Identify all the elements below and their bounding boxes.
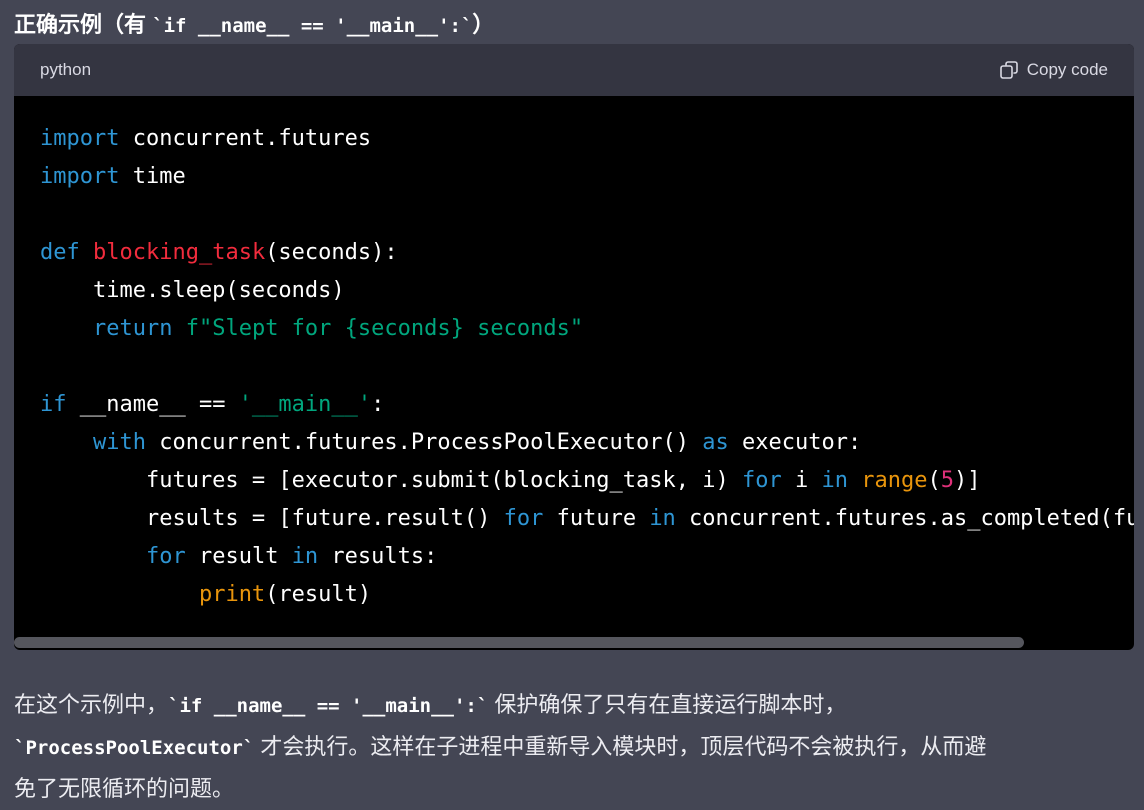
code-token: f"Slept for {seconds} seconds" — [185, 316, 584, 341]
code-token: executor: — [728, 430, 862, 455]
explanation-paragraph: 在这个示例中，`if __name__ == '__main__':` 保护确保… — [14, 684, 1134, 810]
heading-text: 正确示例（有 — [14, 12, 153, 37]
paragraph-text: 保护确保了只有在直接运行脚本时， — [488, 692, 847, 717]
code-token: blocking_task — [93, 240, 266, 265]
code-line: for result in results: — [40, 538, 1134, 576]
code-token: import — [40, 126, 120, 151]
code-token: i — [781, 468, 822, 493]
inline-code: `if __name__ == '__main__':` — [168, 695, 489, 717]
code-token: in — [649, 506, 676, 531]
code-token: ( — [927, 468, 941, 493]
code-token: in — [291, 544, 319, 569]
code-token: (seconds): — [265, 240, 398, 265]
copy-code-label: Copy code — [1026, 60, 1108, 79]
section-heading: 正确示例（有 `if __name__ == '__main__':`） — [14, 10, 494, 40]
code-token: time — [119, 164, 186, 189]
code-token: in — [821, 468, 849, 493]
code-token: concurrent.futures.ProcessPoolExecutor() — [145, 430, 703, 455]
scrollbar-thumb[interactable] — [14, 637, 1024, 648]
code-token: if — [40, 392, 67, 417]
code-token: futures = [executor.submit(blocking_task… — [40, 468, 742, 493]
code-token: results = [future.result() — [40, 506, 504, 531]
heading-inline-code: `if __name__ == '__main__':` — [152, 15, 473, 37]
code-token: return — [92, 316, 173, 341]
code-token: print — [198, 582, 266, 607]
code-token: (result) — [265, 582, 372, 607]
code-token: for — [742, 468, 782, 493]
code-line: futures = [executor.submit(blocking_task… — [40, 462, 1134, 500]
code-line: def blocking_task(seconds): — [40, 234, 1134, 272]
code-line: import time — [40, 158, 1134, 196]
paragraph-text: 免了无限循环的问题。 — [14, 776, 235, 801]
code-line: with concurrent.futures.ProcessPoolExecu… — [40, 424, 1134, 462]
code-token: __name__ == — [66, 392, 239, 417]
code-token: : — [371, 392, 385, 417]
code-token: result — [185, 544, 292, 569]
paragraph-text: 才会执行。这样在子进程中重新导入模块时，顶层代码不会被执行，从而避 — [254, 734, 987, 759]
code-token: )] — [953, 468, 981, 493]
code-token: concurrent.futures — [119, 126, 372, 151]
code-line: import concurrent.futures — [40, 120, 1134, 158]
code-language-label: python — [40, 60, 92, 79]
code-block-header: python Copy code — [14, 44, 1134, 96]
code-line: if __name__ == '__main__': — [40, 386, 1134, 424]
code-line: print(result) — [40, 576, 1134, 614]
code-block: python Copy code import concurrent.futur… — [14, 44, 1134, 650]
heading-text-end: ） — [472, 12, 495, 37]
code-line: return f"Slept for {seconds} seconds" — [40, 310, 1134, 348]
code-token: concurrent.futures.as_completed(fu — [675, 506, 1134, 531]
code-line: results = [future.result() for future in… — [40, 500, 1134, 538]
code-token: as — [702, 430, 729, 455]
code-token: for — [145, 544, 186, 569]
paragraph-line: `ProcessPoolExecutor` 才会执行。这样在子进程中重新导入模块… — [14, 726, 1134, 768]
code-token: with — [92, 430, 146, 455]
code-token: for — [503, 506, 544, 531]
code-token: time.sleep(seconds) — [40, 278, 345, 303]
code-token: results: — [318, 544, 438, 569]
paragraph-line: 在这个示例中，`if __name__ == '__main__':` 保护确保… — [14, 684, 1134, 726]
code-token: def — [40, 240, 80, 265]
chat-message: { "colors": { "background": "#444654", "… — [0, 0, 1144, 810]
inline-code: `ProcessPoolExecutor` — [14, 737, 255, 759]
copy-icon — [999, 60, 1019, 80]
copy-code-button[interactable]: Copy code — [999, 60, 1108, 80]
paragraph-text: 在这个示例中， — [14, 692, 169, 717]
code-token: range — [861, 468, 928, 493]
code-token: 5 — [940, 468, 954, 493]
code-token: import — [40, 164, 120, 189]
horizontal-scrollbar[interactable] — [14, 636, 1134, 650]
paragraph-line: 免了无限循环的问题。 — [14, 768, 1134, 810]
code-body: import concurrent.futures import time def … — [14, 96, 1134, 650]
code-token: future — [543, 506, 650, 531]
code-line: time.sleep(seconds) — [40, 272, 1134, 310]
code-token: '__main__' — [238, 392, 372, 417]
